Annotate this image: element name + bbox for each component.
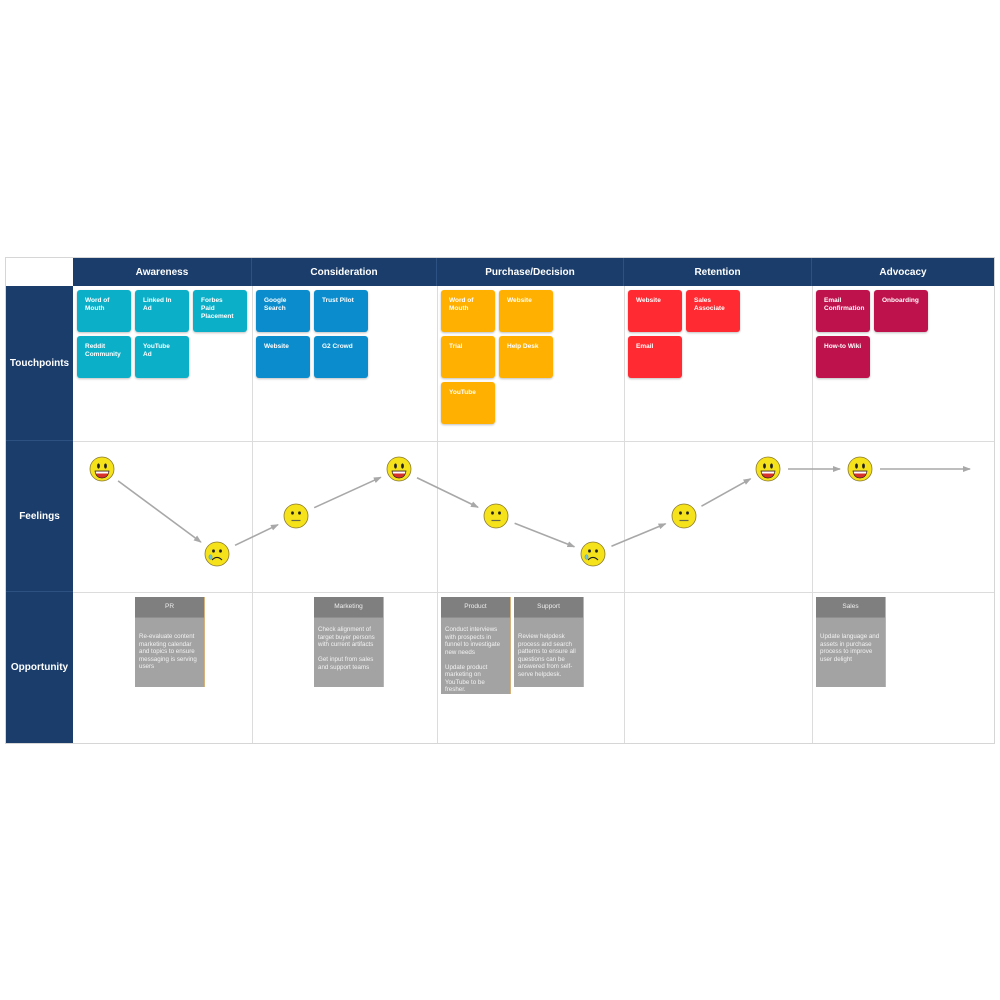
happy-face-icon bbox=[755, 456, 781, 482]
feeling-arrow bbox=[234, 523, 279, 547]
sad-face-icon bbox=[204, 541, 230, 567]
feeling-arrow bbox=[611, 522, 667, 548]
feeling-arrow bbox=[313, 476, 382, 509]
happy-face-icon bbox=[89, 456, 115, 482]
feeling-arrow bbox=[416, 477, 479, 508]
neutral-face-icon bbox=[283, 503, 309, 529]
neutral-face-icon bbox=[671, 503, 697, 529]
feeling-arrow bbox=[117, 480, 202, 543]
happy-face-icon bbox=[847, 456, 873, 482]
feeling-arrow bbox=[514, 522, 576, 548]
feelings-curve bbox=[89, 456, 971, 567]
feeling-arrow bbox=[701, 478, 752, 507]
happy-face-icon bbox=[386, 456, 412, 482]
neutral-face-icon bbox=[483, 503, 509, 529]
sad-face-icon bbox=[580, 541, 606, 567]
